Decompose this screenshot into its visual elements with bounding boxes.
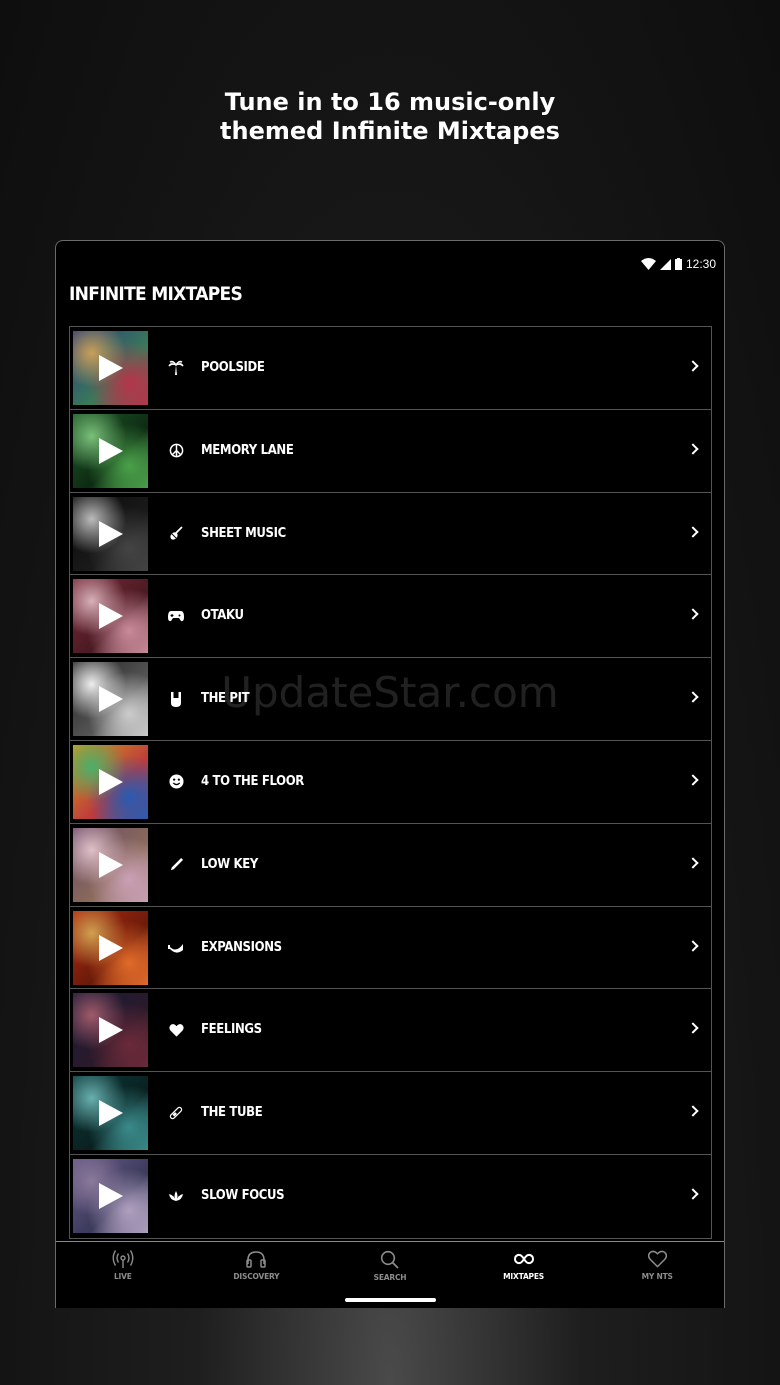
rock-hand-icon: [168, 691, 184, 708]
nav-tab-my-nts[interactable]: MY NTS: [590, 1242, 724, 1308]
mixtape-thumbnail[interactable]: [73, 744, 148, 819]
page-title: INFINITE MIXTAPES: [69, 283, 243, 305]
mixtape-label: FEELINGS: [201, 1022, 262, 1038]
mixtape-label: EXPANSIONS: [201, 939, 282, 955]
chevron-right-icon: [687, 774, 699, 786]
mixtape-label: OTAKU: [201, 608, 244, 624]
nav-tab-mixtapes[interactable]: MIXTAPES: [457, 1242, 591, 1308]
play-icon[interactable]: [99, 1182, 123, 1209]
mixtape-thumbnail[interactable]: [73, 579, 148, 654]
mixtape-label: POOLSIDE: [201, 360, 265, 375]
chevron-right-icon: [687, 857, 699, 869]
mixtape-thumbnail[interactable]: [73, 413, 148, 488]
trumpet-icon: [168, 940, 184, 956]
play-icon[interactable]: [99, 686, 123, 713]
mixtape-label: MEMORY LANE: [201, 442, 294, 458]
chevron-right-icon: [687, 443, 699, 455]
mixtape-row-4-to-the-floor[interactable]: 4 TO THE FLOOR: [70, 741, 711, 824]
heart-outline-icon: [647, 1250, 667, 1268]
promo-line-2: themed Infinite Mixtapes: [220, 117, 560, 145]
mixtape-thumbnail[interactable]: [73, 910, 148, 985]
heart-icon: [168, 1022, 184, 1038]
play-icon[interactable]: [99, 934, 123, 961]
mixtape-thumbnail[interactable]: [73, 1076, 148, 1151]
mixtape-thumbnail[interactable]: [73, 662, 148, 737]
mixtape-label: SLOW FOCUS: [201, 1187, 285, 1203]
nav-tab-label: LIVE: [113, 1272, 132, 1281]
mixtape-thumbnail[interactable]: [73, 496, 148, 571]
nav-tab-label: SEARCH: [373, 1273, 407, 1282]
chevron-right-icon: [687, 525, 699, 538]
home-indicator[interactable]: [345, 1298, 436, 1302]
mixtape-list: POOLSIDE MEMORY LANE SHEET MUSIC OTAKU THE P…: [69, 326, 712, 1239]
mixtape-label: THE TUBE: [201, 1105, 263, 1121]
play-icon[interactable]: [99, 1017, 123, 1044]
nav-tab-label: MIXTAPES: [503, 1272, 544, 1281]
nav-tab-label: MY NTS: [641, 1272, 673, 1281]
mixtape-thumbnail[interactable]: [73, 331, 148, 405]
mixtape-label: SHEET MUSIC: [201, 525, 286, 541]
signal-icon: [659, 258, 671, 270]
play-icon[interactable]: [99, 768, 123, 795]
mixtape-row-poolside[interactable]: POOLSIDE: [70, 327, 711, 410]
smiley-icon: [168, 774, 184, 790]
mixtape-row-the-tube[interactable]: THE TUBE: [70, 1072, 711, 1155]
broadcast-icon: [112, 1250, 134, 1268]
chevron-right-icon: [687, 1105, 699, 1117]
gamepad-icon: [168, 608, 184, 624]
chevron-right-icon: [687, 608, 699, 621]
device-frame: 12:30 INFINITE MIXTAPES POOLSIDE MEMORY L…: [55, 240, 725, 1308]
play-icon[interactable]: [99, 1100, 123, 1127]
nav-tab-discovery[interactable]: DISCOVERY: [190, 1242, 324, 1308]
play-icon[interactable]: [99, 603, 123, 630]
mixtape-thumbnail[interactable]: [73, 993, 148, 1068]
peace-icon: [168, 443, 184, 459]
chevron-right-icon: [687, 1188, 699, 1200]
violin-icon: [168, 525, 184, 542]
pen-icon: [168, 857, 184, 873]
chevron-right-icon: [687, 360, 699, 372]
palm-tree-icon: [168, 360, 184, 376]
play-icon[interactable]: [99, 520, 123, 547]
wifi-icon: [640, 258, 656, 270]
promo-line-1: Tune in to 16 music-only: [224, 88, 556, 116]
mixtape-row-low-key[interactable]: LOW KEY: [70, 824, 711, 907]
mixtape-label: LOW KEY: [201, 856, 258, 872]
nav-tab-live[interactable]: LIVE: [56, 1242, 190, 1308]
lotus-icon: [168, 1188, 184, 1204]
search-icon: [380, 1250, 400, 1269]
status-time: 12:30: [685, 257, 716, 271]
pill-icon: [168, 1105, 184, 1121]
infinity-icon: [513, 1250, 534, 1268]
mixtape-row-feelings[interactable]: FEELINGS: [70, 989, 711, 1073]
mixtape-row-slow-focus[interactable]: SLOW FOCUS: [70, 1155, 711, 1238]
mixtape-thumbnail[interactable]: [73, 827, 148, 902]
mixtape-row-expansions[interactable]: EXPANSIONS: [70, 907, 711, 990]
play-icon[interactable]: [99, 355, 123, 381]
chevron-right-icon: [687, 1022, 699, 1035]
mixtape-row-otaku[interactable]: OTAKU: [70, 575, 711, 659]
chevron-right-icon: [687, 691, 699, 703]
battery-icon: [674, 258, 682, 270]
mixtape-row-sheet-music[interactable]: SHEET MUSIC: [70, 493, 711, 576]
mixtape-label: 4 TO THE FLOOR: [201, 773, 304, 789]
chevron-right-icon: [687, 939, 699, 952]
status-bar: 12:30: [640, 255, 716, 273]
mixtape-thumbnail[interactable]: [73, 1158, 148, 1233]
play-icon[interactable]: [99, 437, 123, 464]
promo-heading: Tune in to 16 music-only themed Infinite…: [0, 88, 780, 146]
mixtape-label: THE PIT: [201, 691, 250, 707]
nav-tab-label: DISCOVERY: [233, 1272, 280, 1281]
headphones-icon: [246, 1250, 267, 1268]
play-icon[interactable]: [99, 851, 123, 878]
mixtape-row-memory-lane[interactable]: MEMORY LANE: [70, 410, 711, 493]
mixtape-row-the-pit[interactable]: THE PIT: [70, 658, 711, 741]
